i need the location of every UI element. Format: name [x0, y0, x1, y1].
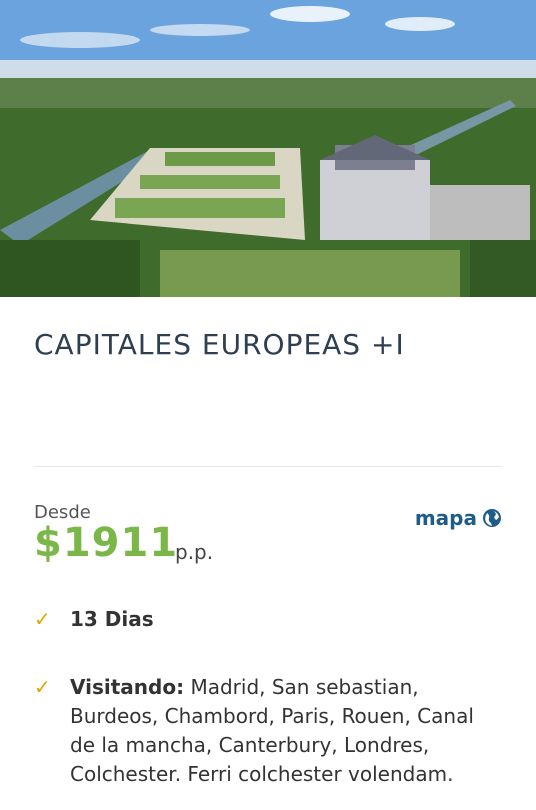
price-suffix: p.p. — [175, 540, 214, 564]
price-value: $1911 — [34, 520, 179, 566]
visiting-item: ✓ Visitando: Madrid, San sebastian, Burd… — [34, 673, 504, 789]
checkmark-icon: ✓ — [34, 675, 51, 699]
visiting-text-block: Visitando: Madrid, San sebastian, Burdeo… — [70, 673, 504, 789]
duration-item: ✓ 13 Dias — [34, 605, 504, 634]
chateau-aerial-photo — [0, 0, 536, 297]
duration-text: 13 Dias — [70, 607, 154, 631]
map-link[interactable]: mapa — [415, 506, 502, 530]
visiting-label: Visitando: — [70, 675, 185, 699]
checkmark-icon: ✓ — [34, 607, 51, 631]
tour-hero-image[interactable] — [0, 0, 536, 297]
map-link-label: mapa — [414, 506, 477, 530]
tour-title[interactable]: CAPITALES EUROPEAS +I — [34, 328, 405, 361]
divider — [34, 466, 502, 467]
globe-icon — [483, 509, 501, 527]
tour-card: CAPITALES EUROPEAS +I Desde $1911 p.p. m… — [0, 0, 536, 810]
